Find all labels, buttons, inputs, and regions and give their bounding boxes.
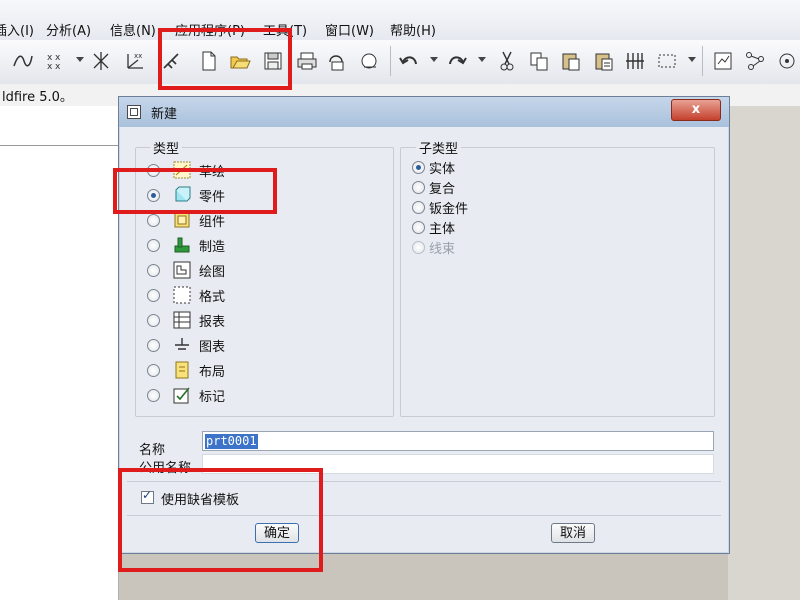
type-label-format[interactable]: 格式: [199, 286, 225, 305]
panel-divider: [0, 145, 118, 146]
dialog-title: 新建: [151, 107, 178, 122]
name-input[interactable]: prt0001: [202, 431, 714, 451]
diagram-icon: [175, 338, 189, 350]
dialog-title-bar[interactable]: 新建 x: [119, 97, 729, 127]
subtype-label-solid[interactable]: 实体: [429, 158, 455, 177]
send-mail-icon[interactable]: [326, 50, 348, 72]
type-label-diagram[interactable]: 图表: [199, 336, 225, 355]
cut-icon[interactable]: [496, 50, 518, 72]
annotation-box-part-option: [113, 168, 277, 214]
menu-window[interactable]: 窗口(W): [325, 20, 374, 39]
paste-special-icon[interactable]: [593, 50, 615, 72]
menu-bar: 插入(I) 分析(A) 信息(N) 应用程序(P) 工具(T) 窗口(W) 帮助…: [0, 0, 800, 41]
manufacturing-icon: [174, 237, 190, 253]
drawing-icon: [173, 261, 191, 279]
subtype-label-bulk[interactable]: 主体: [429, 218, 455, 237]
type-radio-report[interactable]: [147, 314, 160, 327]
select-dropdown-arrow[interactable]: [688, 57, 696, 62]
type-label-markup[interactable]: 标记: [199, 386, 225, 405]
svg-text:xx: xx: [134, 52, 142, 60]
sketch-icon[interactable]: [744, 50, 766, 72]
regenerate-icon[interactable]: [624, 50, 646, 72]
menu-info[interactable]: 信息(N): [110, 20, 156, 39]
toolbar: xxxx xx: [0, 40, 800, 85]
svg-text:x: x: [47, 62, 53, 72]
dialog-window-icon: [127, 105, 141, 119]
type-radio-layout[interactable]: [147, 364, 160, 377]
datum-plane-icon[interactable]: [712, 50, 734, 72]
subtype-radio-solid[interactable]: [412, 161, 425, 174]
paste-icon[interactable]: [560, 50, 582, 72]
redo-dropdown-arrow[interactable]: [478, 57, 486, 62]
subtype-radio-composite[interactable]: [412, 181, 425, 194]
subtype-radio-bulk[interactable]: [412, 221, 425, 234]
select-box-icon[interactable]: [656, 50, 678, 72]
subtype-label-composite[interactable]: 复合: [429, 178, 455, 197]
subtype-radio-sheetmetal[interactable]: [412, 201, 425, 214]
close-button[interactable]: x: [671, 99, 721, 121]
subtype-group-label: 子类型: [416, 138, 462, 157]
model-tree-panel: [0, 106, 119, 600]
menu-insert[interactable]: 插入(I): [0, 20, 34, 39]
type-radio-diagram[interactable]: [147, 339, 160, 352]
subtype-label-sheetmetal[interactable]: 钣金件: [429, 198, 468, 217]
markup-icon: [173, 387, 190, 404]
name-input-value: prt0001: [205, 434, 258, 449]
type-label-manufacturing[interactable]: 制造: [199, 236, 225, 255]
name-label: 名称: [139, 443, 166, 458]
model-tree-icon[interactable]: [776, 50, 798, 72]
menu-analysis[interactable]: 分析(A): [46, 20, 91, 39]
points-dropdown-arrow[interactable]: [76, 57, 84, 62]
type-group-label: 类型: [150, 138, 183, 157]
points-icon[interactable]: xxxx: [44, 50, 66, 72]
svg-text:x: x: [55, 62, 61, 72]
email-attach-icon[interactable]: [358, 50, 380, 72]
annotation-box-new-button: [158, 28, 292, 90]
layout-icon: [175, 361, 189, 379]
type-radio-markup[interactable]: [147, 389, 160, 402]
graphics-area: [728, 106, 800, 600]
type-radio-format[interactable]: [147, 289, 160, 302]
undo-icon[interactable]: [398, 50, 420, 72]
message-text: ldfire 5.0。: [2, 90, 73, 105]
type-radio-drawing[interactable]: [147, 264, 160, 277]
print-icon[interactable]: [296, 50, 318, 72]
subtype-radio-harness: [412, 241, 425, 254]
annotation-box-template-ok: [118, 468, 323, 572]
format-icon: [173, 286, 191, 304]
copy-icon[interactable]: [528, 50, 550, 72]
sketch-curve-icon[interactable]: [12, 50, 34, 72]
type-label-layout[interactable]: 布局: [199, 361, 225, 380]
toolbar-separator: [702, 46, 703, 76]
subtype-label-harness: 线束: [429, 242, 456, 257]
cancel-button[interactable]: 取消: [551, 523, 595, 543]
type-label-report[interactable]: 报表: [199, 311, 225, 330]
undo-dropdown-arrow[interactable]: [430, 57, 438, 62]
report-icon: [173, 311, 191, 329]
redo-icon[interactable]: [446, 50, 468, 72]
type-label-drawing[interactable]: 绘图: [199, 261, 225, 280]
toolbar-separator: [390, 46, 391, 76]
menu-help[interactable]: 帮助(H): [390, 20, 436, 39]
datum-axis-icon[interactable]: [90, 50, 112, 72]
coordinate-system-icon[interactable]: xx: [124, 50, 146, 72]
type-radio-assembly[interactable]: [147, 214, 160, 227]
type-radio-manufacturing[interactable]: [147, 239, 160, 252]
